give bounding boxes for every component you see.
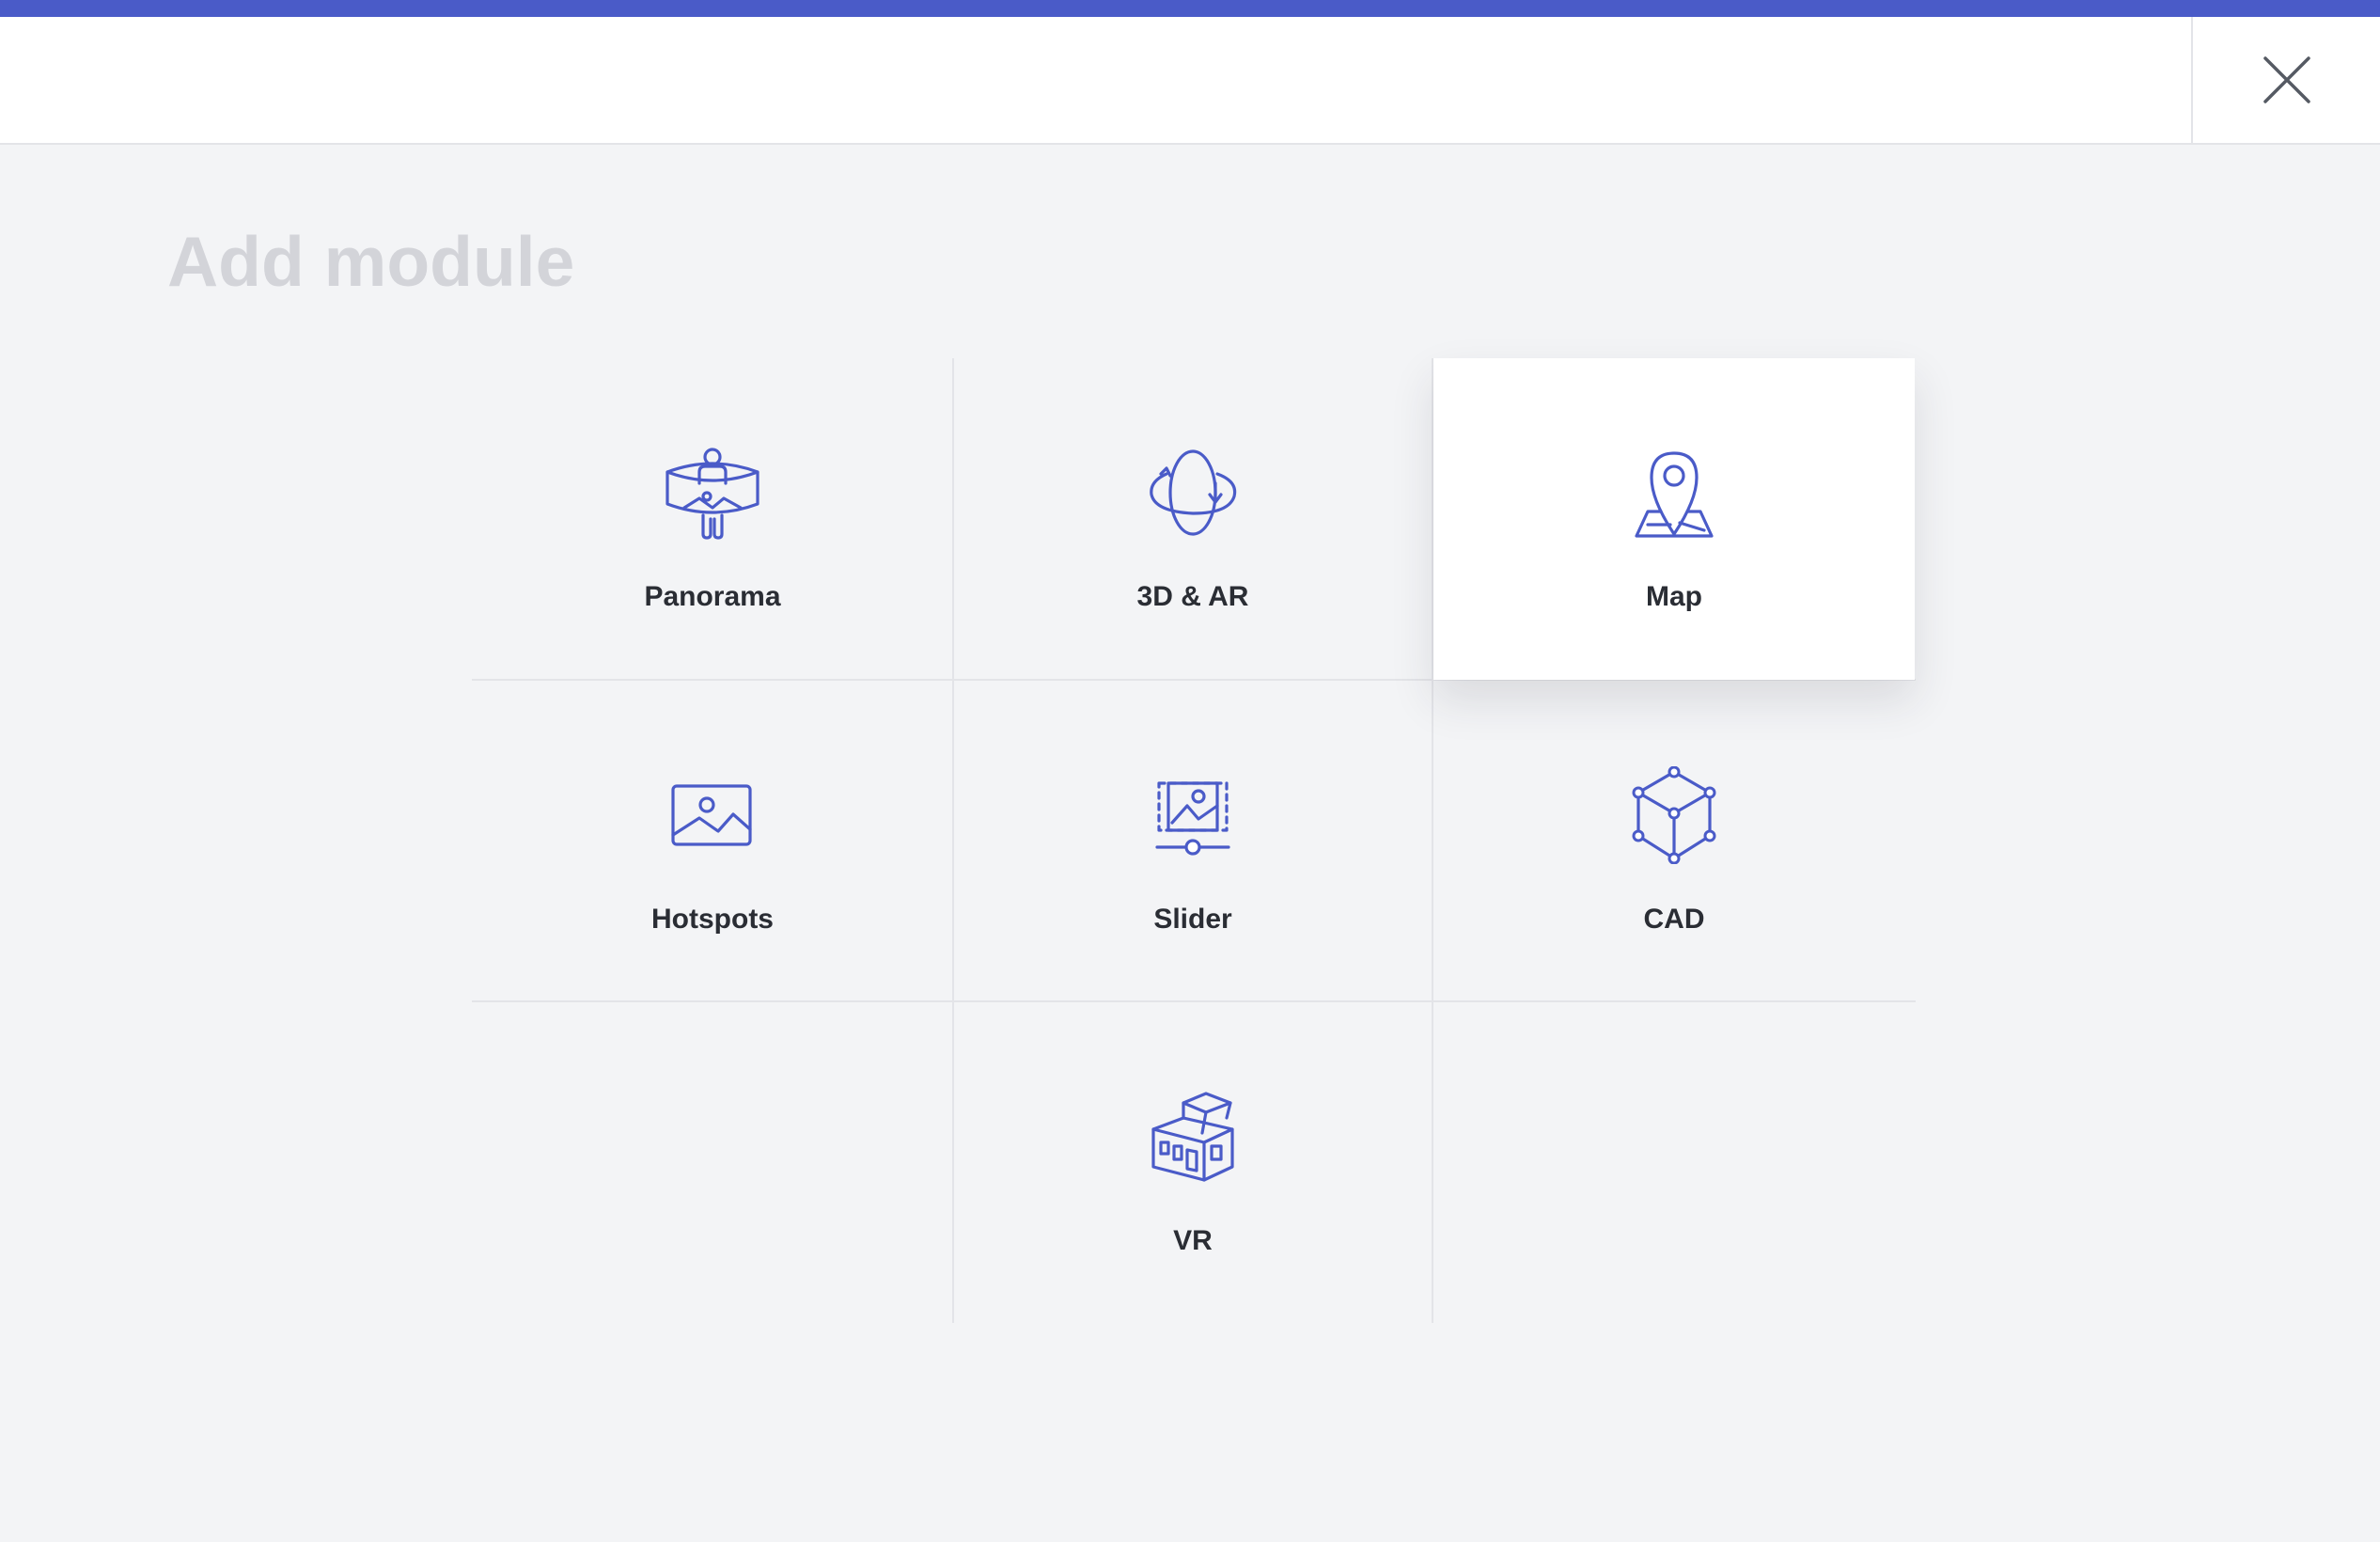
module-label: Map [1646, 581, 1702, 612]
module-label: CAD [1643, 904, 1705, 935]
module-tile-slider[interactable]: Slider [952, 681, 1433, 1002]
module-tile-vr[interactable]: VR [952, 1002, 1433, 1324]
module-tile-hotspots[interactable]: Hotspots [472, 681, 953, 1002]
top-accent-bar [0, 0, 2380, 17]
cube-icon [1622, 763, 1726, 867]
panorama-icon [661, 441, 764, 544]
module-label: VR [1173, 1225, 1213, 1256]
module-tile-panorama[interactable]: Panorama [472, 358, 953, 680]
module-tile-map[interactable]: Map [1433, 358, 1915, 680]
module-label: Slider [1153, 904, 1232, 935]
close-icon [2263, 56, 2310, 103]
modal-header [0, 17, 2380, 145]
module-tile-cad[interactable]: CAD [1433, 681, 1915, 1002]
image-slider-icon [1141, 763, 1245, 867]
building-icon [1141, 1085, 1245, 1188]
module-grid: Panorama 3D & AR Map Hotspots Slider CAD… [472, 358, 1916, 1323]
close-button[interactable] [2191, 17, 2380, 143]
module-tile-3d-ar[interactable]: 3D & AR [952, 358, 1433, 680]
page-title: Add module [167, 222, 575, 301]
image-icon [661, 763, 764, 867]
module-label: Hotspots [651, 904, 774, 935]
module-label: 3D & AR [1136, 581, 1249, 612]
rotate-3d-icon [1141, 441, 1245, 544]
map-pin-icon [1622, 441, 1726, 544]
module-label: Panorama [644, 581, 781, 612]
